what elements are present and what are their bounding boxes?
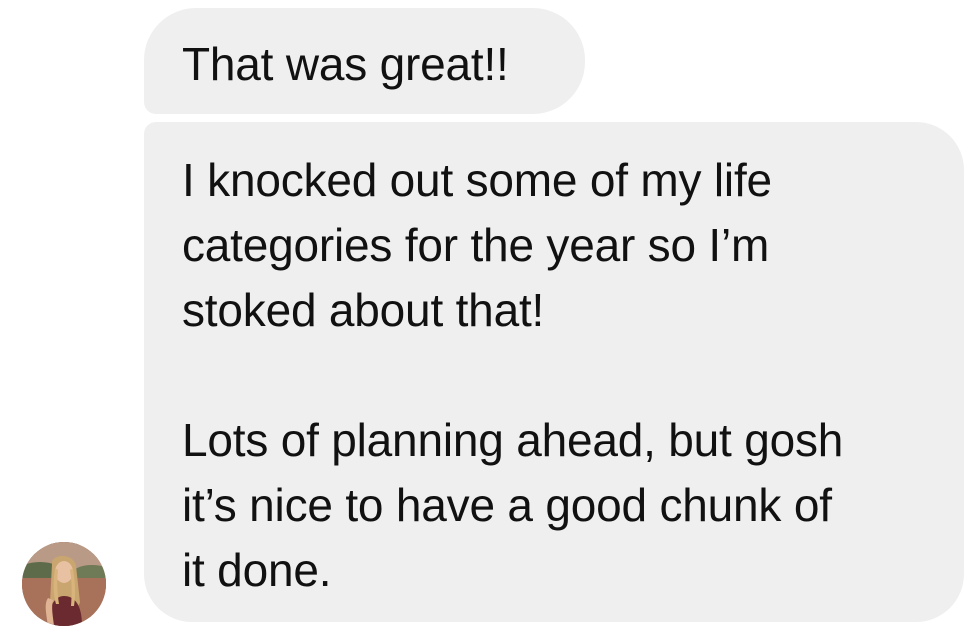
user-avatar-photo-icon <box>22 542 106 626</box>
sender-avatar[interactable] <box>22 542 106 626</box>
message-bubble-2[interactable]: I knocked out some of my life categories… <box>144 122 964 622</box>
message-bubble-1[interactable]: That was great!! <box>144 8 585 114</box>
message-text-2: I knocked out some of my life categories… <box>182 154 844 596</box>
message-text-1: That was great!! <box>182 38 509 90</box>
